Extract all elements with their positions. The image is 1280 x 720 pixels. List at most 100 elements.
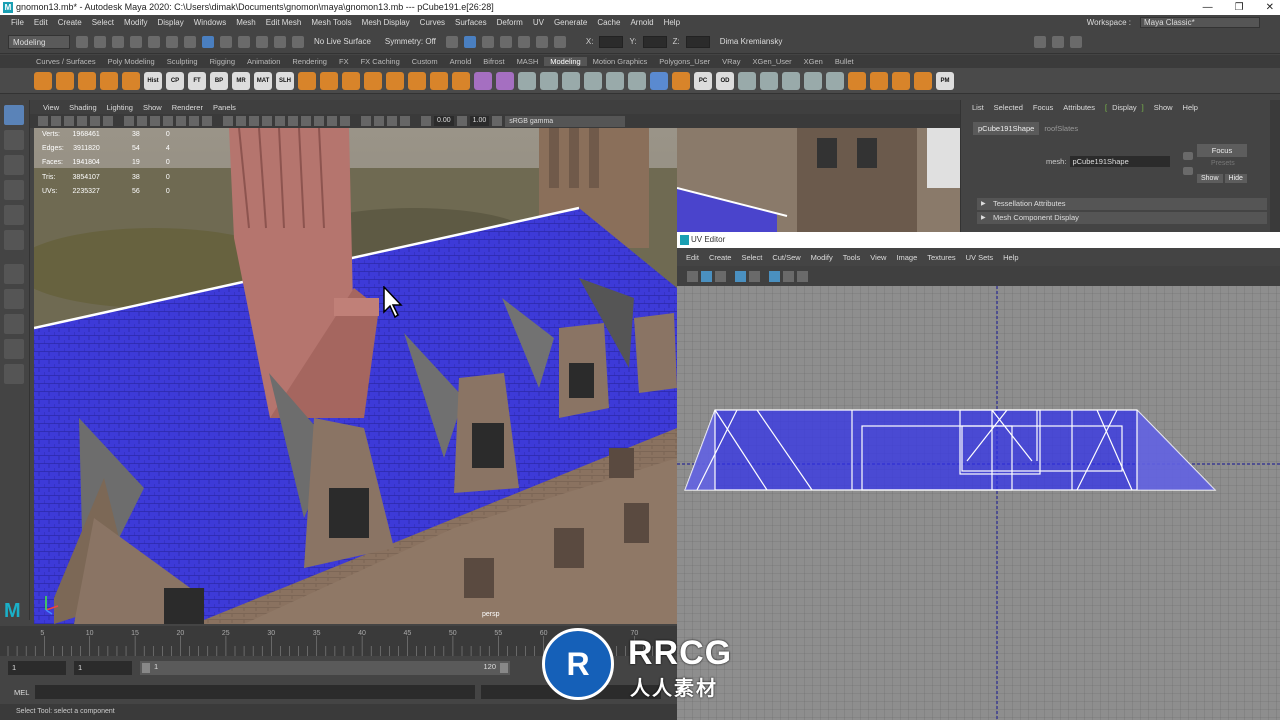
viewport-menu-shading[interactable]: Shading — [64, 103, 102, 112]
rotate-tool-icon[interactable] — [4, 205, 24, 225]
mel-input[interactable] — [35, 685, 476, 699]
mat-button[interactable]: MAT — [254, 71, 272, 90]
slh-button[interactable]: SLH — [276, 71, 294, 90]
mash-distribute-icon[interactable] — [892, 71, 910, 90]
shelf-tab-curves-surfaces[interactable]: Curves / Surfaces — [30, 57, 102, 66]
playback-start-field[interactable]: 1 — [74, 661, 132, 675]
planar-map-icon[interactable] — [496, 71, 514, 90]
mirror-icon[interactable] — [826, 71, 844, 90]
menu-cache[interactable]: Cache — [592, 18, 625, 27]
smooth-shade-icon[interactable] — [236, 116, 246, 126]
menu-modify[interactable]: Modify — [119, 18, 153, 27]
outliner-layout-icon[interactable] — [4, 364, 24, 384]
ae-tab-material[interactable]: roofSlates — [1039, 122, 1083, 135]
x-field[interactable] — [599, 35, 624, 48]
panel-layout-icon[interactable] — [1033, 35, 1046, 48]
snap-grid-icon[interactable] — [220, 35, 232, 48]
menu-create[interactable]: Create — [53, 18, 87, 27]
viewport-menu-panels[interactable]: Panels — [208, 103, 241, 112]
shelf-tab-custom[interactable]: Custom — [406, 57, 444, 66]
ambient-occlusion-icon[interactable] — [301, 116, 311, 126]
menu-surfaces[interactable]: Surfaces — [450, 18, 492, 27]
gamma-field[interactable]: 1.00 — [469, 116, 490, 126]
uv-wireframe-icon[interactable] — [715, 270, 726, 282]
menu-deform[interactable]: Deform — [492, 18, 528, 27]
mr-button[interactable]: MR — [232, 71, 250, 90]
gamma-icon[interactable] — [456, 116, 467, 126]
uv-menu-select[interactable]: Select — [736, 253, 767, 262]
grease-pencil-icon[interactable] — [103, 116, 113, 126]
smooth-icon[interactable] — [386, 71, 404, 90]
show-button[interactable]: Show — [1197, 174, 1223, 183]
uv-menu-textures[interactable]: Textures — [922, 253, 960, 262]
snap-together-icon[interactable] — [804, 71, 822, 90]
move-tool-icon[interactable] — [4, 180, 24, 200]
snap-view-icon[interactable] — [274, 35, 286, 48]
shelf-tab-bifrost[interactable]: Bifrost — [477, 57, 510, 66]
menu-uv[interactable]: UV — [528, 18, 549, 27]
bookmark-icon[interactable] — [64, 116, 74, 126]
cp-button[interactable]: CP — [166, 71, 184, 90]
uv-editor-title-bar[interactable]: UV Editor — [677, 232, 1280, 248]
exposure-icon[interactable] — [421, 116, 431, 126]
menu-windows[interactable]: Windows — [189, 18, 231, 27]
range-slider-bar[interactable]: 1 120 — [140, 661, 510, 675]
hide-button[interactable]: Hide — [1224, 174, 1247, 183]
shelf-tab-rendering[interactable]: Rendering — [286, 57, 333, 66]
menu-edit[interactable]: Edit — [29, 18, 53, 27]
channel-box-toggle-icon[interactable] — [1051, 35, 1064, 48]
film-gate-icon[interactable] — [137, 116, 147, 126]
camera-select-icon[interactable] — [38, 116, 48, 126]
poly-sphere-icon[interactable] — [34, 71, 52, 90]
section-mesh-component-display[interactable]: Mesh Component Display — [977, 212, 1267, 224]
freeze-icon[interactable] — [760, 71, 778, 90]
viewport-menu-lighting[interactable]: Lighting — [102, 103, 138, 112]
ae-menu-list[interactable]: List — [967, 103, 989, 112]
edge-loop-icon[interactable] — [606, 71, 624, 90]
shelf-tab-fx[interactable]: FX — [333, 57, 355, 66]
single-perspective-layout-icon[interactable] — [4, 289, 24, 309]
uv-menu-image[interactable]: Image — [891, 253, 922, 262]
save-scene-icon[interactable] — [112, 35, 124, 48]
uv-menu-create[interactable]: Create — [704, 253, 737, 262]
xray-icon[interactable] — [374, 116, 384, 126]
use-all-lights-icon[interactable] — [275, 116, 285, 126]
ae-output-icon[interactable] — [1183, 167, 1193, 175]
menu-mesh-display[interactable]: Mesh Display — [357, 18, 415, 27]
attribute-editor-toggle-icon[interactable] — [1069, 35, 1082, 48]
combine-icon[interactable] — [298, 71, 316, 90]
uv-menu-tools[interactable]: Tools — [838, 253, 866, 262]
two-view-layout-icon[interactable] — [4, 339, 24, 359]
select-component-icon[interactable] — [202, 35, 214, 48]
open-scene-icon[interactable] — [94, 35, 106, 48]
arnold-render-icon[interactable] — [535, 35, 548, 48]
color-management-icon[interactable] — [492, 116, 503, 126]
pm-button[interactable]: PM — [936, 71, 954, 90]
poly-plane-icon[interactable] — [100, 71, 118, 90]
uv-menu-help[interactable]: Help — [998, 253, 1023, 262]
motion-blur-icon[interactable] — [314, 116, 324, 126]
shelf-tab-sculpting[interactable]: Sculpting — [161, 57, 204, 66]
uv-menu-view[interactable]: View — [865, 253, 891, 262]
uv-editor-canvas[interactable] — [677, 286, 1280, 720]
ft-button[interactable]: FT — [188, 71, 206, 90]
mel-label[interactable]: MEL — [14, 688, 29, 697]
shelf-tab-xgen[interactable]: XGen — [798, 57, 829, 66]
mesh-name-field[interactable]: pCube191Shape — [1070, 156, 1171, 167]
ae-menu-attributes[interactable]: Attributes — [1058, 103, 1100, 112]
uv-menu-edit[interactable]: Edit — [681, 253, 704, 262]
z-field[interactable] — [685, 35, 710, 48]
pc-button[interactable]: PC — [694, 71, 712, 90]
render-settings-icon[interactable] — [481, 35, 494, 48]
four-view-layout-icon[interactable] — [4, 314, 24, 334]
menu-mesh-tools[interactable]: Mesh Tools — [306, 18, 356, 27]
uv-menu-cut-sew[interactable]: Cut/Sew — [767, 253, 805, 262]
symmetry-dropdown[interactable]: Symmetry: Off — [380, 34, 440, 49]
shelf-tab-fx-caching[interactable]: FX Caching — [355, 57, 406, 66]
minimize-button[interactable]: — — [1203, 0, 1213, 15]
menu-select[interactable]: Select — [87, 18, 119, 27]
animation-start-field[interactable]: 1 — [8, 661, 66, 675]
camera-attributes-icon[interactable] — [51, 116, 61, 126]
od-button[interactable]: OD — [716, 71, 734, 90]
shelf-tab-xgen-user[interactable]: XGen_User — [746, 57, 797, 66]
